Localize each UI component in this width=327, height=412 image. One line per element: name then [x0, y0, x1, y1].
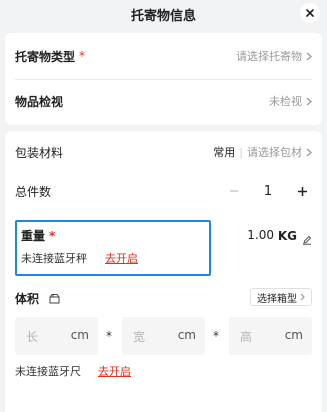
packaging-placeholder: 请选择包材: [247, 146, 302, 159]
width-input[interactable]: 宽 cm: [122, 317, 205, 355]
bluetooth-scale-status: 未连接蓝牙秤: [21, 252, 87, 265]
packaging-separator: |: [239, 145, 243, 159]
bluetooth-ruler-status: 未连接蓝牙尺: [15, 365, 81, 378]
close-icon: [306, 9, 314, 17]
height-input[interactable]: 高 cm: [229, 317, 312, 355]
enable-bluetooth-ruler-link[interactable]: 去开启: [98, 363, 131, 379]
decrement-button[interactable]: [224, 181, 244, 201]
chevron-right-icon: [306, 52, 312, 61]
item-type-label: 托寄物类型: [15, 49, 76, 64]
weight-section: 重量 * 未连接蓝牙秤 去开启: [15, 220, 211, 276]
increment-button[interactable]: [292, 181, 312, 201]
multiply-sign: *: [106, 329, 112, 343]
quantity-stepper: 1: [224, 181, 312, 201]
volume-label: 体积: [15, 292, 40, 306]
quantity-label: 总件数: [15, 184, 52, 199]
package-info-card: 包装材料 常用 | 请选择包材 总件数 1 重量 * 未连接蓝牙秤 去开启 1.…: [5, 131, 322, 412]
page-title: 托寄物信息: [130, 9, 196, 24]
chevron-right-icon: [306, 148, 312, 157]
width-placeholder: 宽: [133, 330, 146, 344]
packaging-label: 包装材料: [15, 145, 64, 160]
required-mark: *: [79, 49, 86, 63]
height-unit: cm: [284, 328, 303, 342]
quantity-row: 总件数 1: [5, 171, 322, 211]
multiply-sign: *: [213, 329, 219, 343]
select-box-type-label: 选择箱型: [257, 293, 297, 305]
inspection-row[interactable]: 物品检视 未检视: [5, 81, 322, 121]
length-unit: cm: [70, 328, 89, 342]
header: 托寄物信息: [0, 0, 327, 28]
height-placeholder: 高: [240, 330, 253, 344]
inspection-label: 物品检视: [15, 94, 64, 109]
close-button[interactable]: [300, 3, 320, 23]
item-type-row[interactable]: 托寄物类型 * 请选择托寄物: [5, 36, 322, 76]
quantity-value[interactable]: 1: [244, 184, 292, 199]
measure-icon[interactable]: [48, 290, 61, 309]
weight-unit: KG: [277, 229, 297, 243]
minus-icon: [230, 190, 238, 192]
divider: [15, 79, 312, 80]
width-unit: cm: [177, 328, 196, 342]
chevron-right-icon: [306, 97, 312, 106]
packaging-row[interactable]: 包装材料 常用 | 请选择包材: [5, 132, 322, 172]
weight-label: 重量 *: [21, 229, 56, 243]
basic-info-card: 托寄物类型 * 请选择托寄物 物品检视 未检视: [5, 33, 322, 125]
plus-icon: [297, 186, 307, 196]
select-box-type-button[interactable]: 选择箱型: [250, 288, 312, 306]
inspection-status: 未检视: [269, 95, 302, 108]
edit-icon[interactable]: [302, 230, 312, 249]
packaging-common-option[interactable]: 常用: [213, 144, 235, 160]
enable-bluetooth-scale-link[interactable]: 去开启: [105, 250, 138, 266]
volume-row: 体积 选择箱型: [15, 286, 312, 310]
length-placeholder: 长: [26, 330, 39, 344]
chevron-right-icon: [300, 293, 305, 301]
weight-value[interactable]: 1.00: [247, 228, 274, 242]
length-input[interactable]: 长 cm: [15, 317, 98, 355]
item-type-placeholder: 请选择托寄物: [236, 50, 302, 63]
